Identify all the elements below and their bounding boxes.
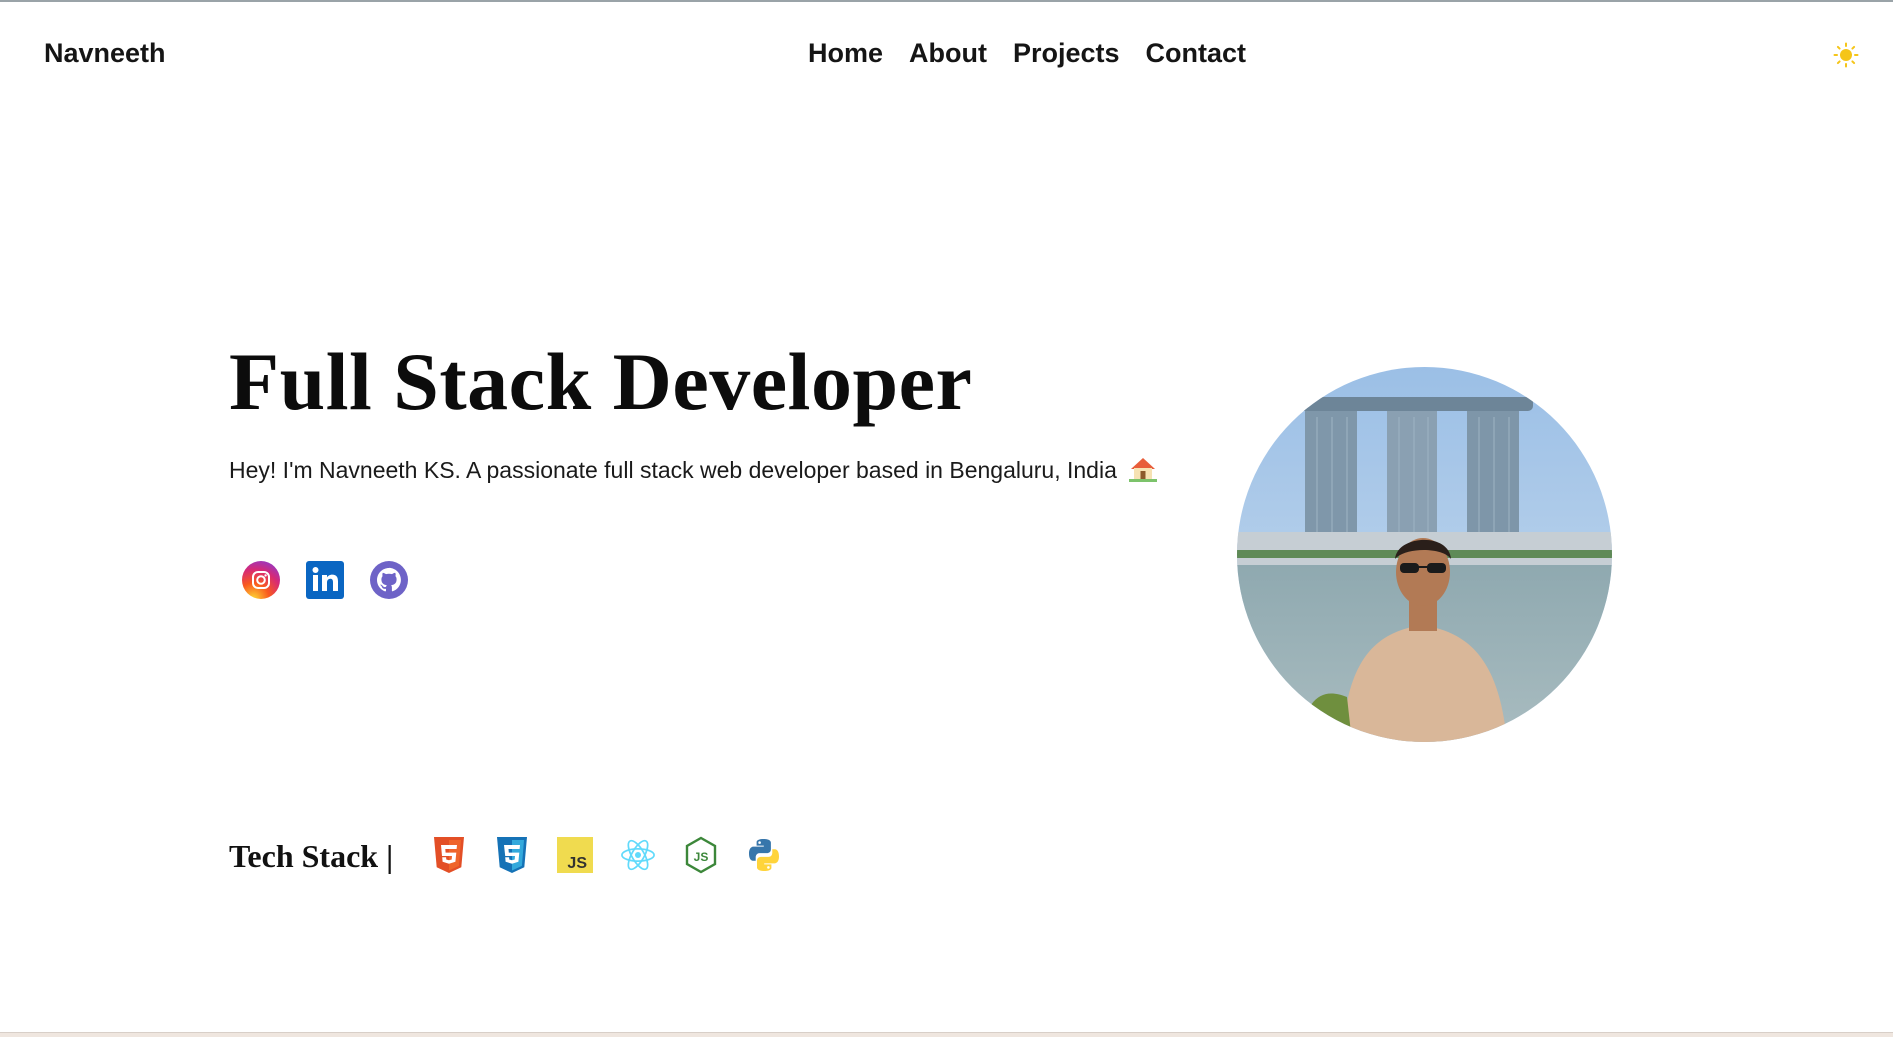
profile-photo xyxy=(1237,367,1612,742)
svg-text:JS: JS xyxy=(567,855,587,872)
svg-text:JS: JS xyxy=(694,850,709,864)
sun-icon xyxy=(1833,42,1859,68)
hero-subtitle: Hey! I'm Navneeth KS. A passionate full … xyxy=(229,456,1158,484)
github-link[interactable] xyxy=(369,560,409,600)
main-nav: Home About Projects Contact xyxy=(808,38,1246,69)
house-icon xyxy=(1129,458,1158,482)
theme-toggle-button[interactable] xyxy=(1833,42,1859,68)
tech-css3 xyxy=(494,836,530,874)
nodejs-icon: JS xyxy=(685,836,717,874)
nav-projects[interactable]: Projects xyxy=(1013,38,1120,69)
tech-html5 xyxy=(431,836,467,874)
linkedin-icon xyxy=(306,561,344,599)
window-bottom-border xyxy=(0,1032,1893,1037)
javascript-icon: JS xyxy=(557,837,593,873)
instagram-icon xyxy=(242,561,280,599)
instagram-link[interactable] xyxy=(241,560,281,600)
hero-subtitle-text: Hey! I'm Navneeth KS. A passionate full … xyxy=(229,457,1117,483)
linkedin-link[interactable] xyxy=(305,560,345,600)
github-icon xyxy=(370,561,408,599)
tech-react xyxy=(620,836,656,874)
profile-photo-image xyxy=(1237,367,1612,742)
html5-icon xyxy=(434,837,464,873)
css3-icon xyxy=(497,837,527,873)
react-icon xyxy=(621,839,655,871)
tech-python xyxy=(746,836,782,874)
hero-title: Full Stack Developer xyxy=(229,336,973,427)
nav-about[interactable]: About xyxy=(909,38,987,69)
tech-javascript: JS xyxy=(557,836,593,874)
social-links xyxy=(241,560,409,600)
window-top-border xyxy=(0,0,1893,2)
tech-stack-label: Tech Stack | xyxy=(229,838,394,874)
nav-contact[interactable]: Contact xyxy=(1146,38,1247,69)
tech-stack-icons: JS JS xyxy=(431,836,782,874)
python-icon xyxy=(749,839,779,871)
nav-home[interactable]: Home xyxy=(808,38,883,69)
tech-nodejs: JS xyxy=(683,836,719,874)
brand-logo[interactable]: Navneeth xyxy=(44,38,166,69)
